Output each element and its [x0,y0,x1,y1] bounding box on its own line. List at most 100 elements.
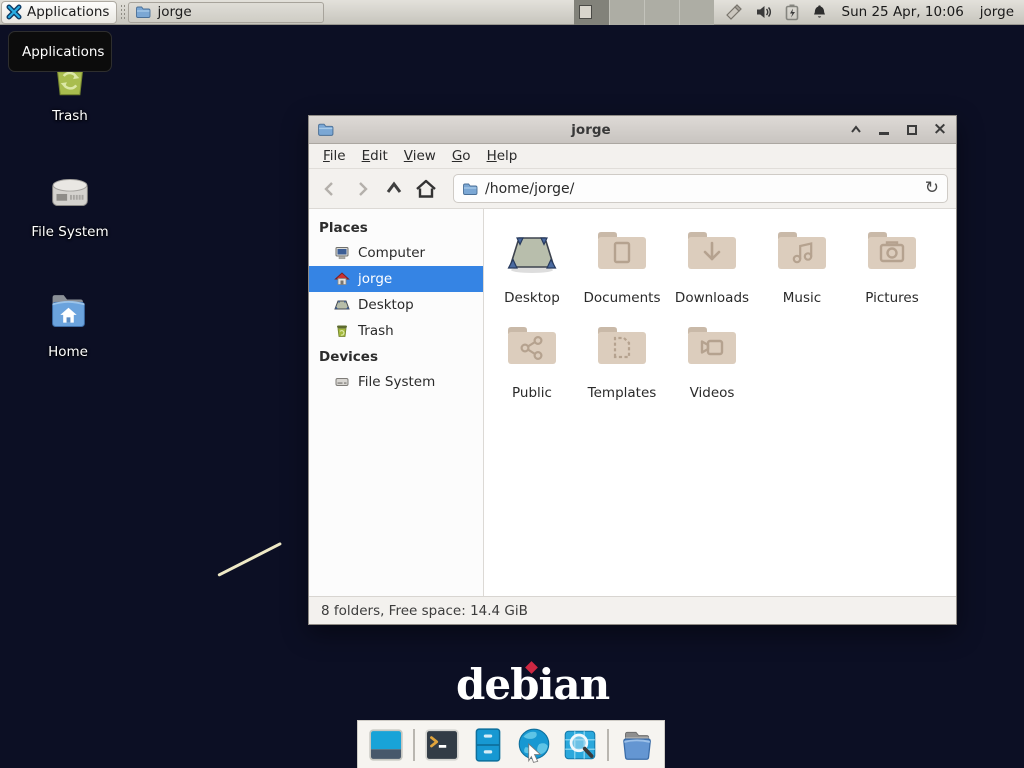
dock-separator [413,729,415,761]
toolbar: /home/jorge/ ↻ [309,169,956,209]
sidebar-header-devices: Devices [309,344,483,369]
file-label: Templates [588,385,657,401]
sidebar-item-home[interactable]: jorge [309,266,483,292]
file-downloads[interactable]: Downloads [667,225,757,320]
downloads-folder-icon [683,225,741,285]
window-titlebar[interactable]: jorge × [309,116,956,144]
debian-logo: debian [456,660,609,709]
taskbar-window-icon [135,4,151,20]
file-templates[interactable]: Templates [577,320,667,415]
file-label: Documents [584,290,661,306]
applications-tooltip-text: Applications [22,44,104,60]
sidebar-item-home-label: jorge [358,271,392,287]
dock-show-desktop-button[interactable] [367,726,405,764]
shade-button[interactable] [848,122,864,138]
file-label: Public [512,385,552,401]
menu-view[interactable]: View [396,145,444,167]
window-folder-icon [317,121,334,138]
workspace-4[interactable] [679,0,714,25]
workspace-2[interactable] [609,0,644,25]
dock-terminal-button[interactable] [423,726,461,764]
menu-edit[interactable]: Edit [354,145,396,167]
computer-icon [334,245,350,261]
file-documents[interactable]: Documents [577,225,667,320]
file-music[interactable]: Music [757,225,847,320]
status-text: 8 folders, Free space: 14.4 GiB [321,603,528,619]
menubar: File Edit View Go Help [309,144,956,169]
close-button[interactable]: × [932,122,948,138]
public-folder-icon [503,320,561,380]
workspace-3[interactable] [644,0,679,25]
videos-folder-icon [683,320,741,380]
input-device-tray-icon[interactable] [724,2,744,22]
applications-tooltip: Applications [8,31,112,72]
file-desktop[interactable]: Desktop [487,225,577,320]
sidebar-item-computer-label: Computer [358,245,425,261]
desktop-folder-icon [503,225,561,285]
hard-drive-icon [10,166,130,220]
applications-menu-label: Applications [27,4,109,20]
file-videos[interactable]: Videos [667,320,757,415]
pictures-folder-icon [863,225,921,285]
maximize-button[interactable] [904,122,920,138]
workspace-window-preview [579,5,592,19]
dock-web-browser-button[interactable] [515,726,553,764]
desktop-icon-filesystem-label: File System [10,224,130,240]
menu-file[interactable]: File [315,145,354,167]
wallpaper-line [217,542,282,577]
path-bar[interactable]: /home/jorge/ ↻ [453,174,948,203]
file-view[interactable]: Desktop Documents [484,209,956,596]
templates-folder-icon [593,320,651,380]
dock-separator [607,729,609,761]
sidebar-item-desktop[interactable]: Desktop [309,292,483,318]
clock[interactable]: Sun 25 Apr, 10:06 [842,4,964,20]
file-pictures[interactable]: Pictures [847,225,937,320]
home-button[interactable] [413,176,439,202]
up-button[interactable] [381,176,407,202]
forward-button[interactable] [349,176,375,202]
sidebar-item-trash[interactable]: Trash [309,318,483,344]
desktop-icon-trash-label: Trash [10,108,130,124]
applications-menu-button[interactable]: Applications [1,1,117,24]
volume-tray-icon[interactable] [755,3,773,21]
desktop-icon-home[interactable]: Home [8,286,128,360]
sidebar-item-computer[interactable]: Computer [309,240,483,266]
desktop-icon [334,297,350,313]
file-label: Music [783,290,821,306]
battery-tray-icon[interactable] [784,3,800,21]
sidebar-item-filesystem[interactable]: File System [309,369,483,395]
sidebar: Places Computer [309,209,484,596]
file-public[interactable]: Public [487,320,577,415]
desktop-icon-home-label: Home [8,344,128,360]
back-button[interactable] [317,176,343,202]
trash-small-icon [334,323,350,339]
dock-folder-button[interactable] [617,726,655,764]
statusbar: 8 folders, Free space: 14.4 GiB [309,596,956,624]
desktop-icon-filesystem[interactable]: File System [10,166,130,240]
minimize-button[interactable] [876,122,892,138]
sidebar-item-trash-label: Trash [358,323,394,339]
workspace-switcher[interactable] [574,0,714,25]
notifications-tray-icon[interactable] [811,3,828,21]
taskbar-window-button[interactable]: jorge [128,2,324,23]
taskbar-window-label: jorge [157,4,191,20]
menu-go[interactable]: Go [444,145,479,167]
sidebar-item-filesystem-label: File System [358,374,435,390]
path-text[interactable]: /home/jorge/ [485,181,925,197]
home-folder-icon [8,286,128,340]
menu-help[interactable]: Help [479,145,526,167]
dock-app-finder-button[interactable] [561,726,599,764]
sidebar-header-places: Places [309,215,483,240]
drive-icon [334,374,350,390]
file-label: Downloads [675,290,749,306]
file-label: Pictures [865,290,918,306]
applications-menu-icon [6,4,22,20]
documents-folder-icon [593,225,651,285]
dock-file-manager-button[interactable] [469,726,507,764]
music-folder-icon [773,225,831,285]
reload-icon[interactable]: ↻ [925,180,939,197]
workspace-1[interactable] [574,0,609,25]
username-label[interactable]: jorge [980,4,1014,20]
home-icon [334,271,350,287]
taskbar-handle[interactable] [120,4,125,21]
